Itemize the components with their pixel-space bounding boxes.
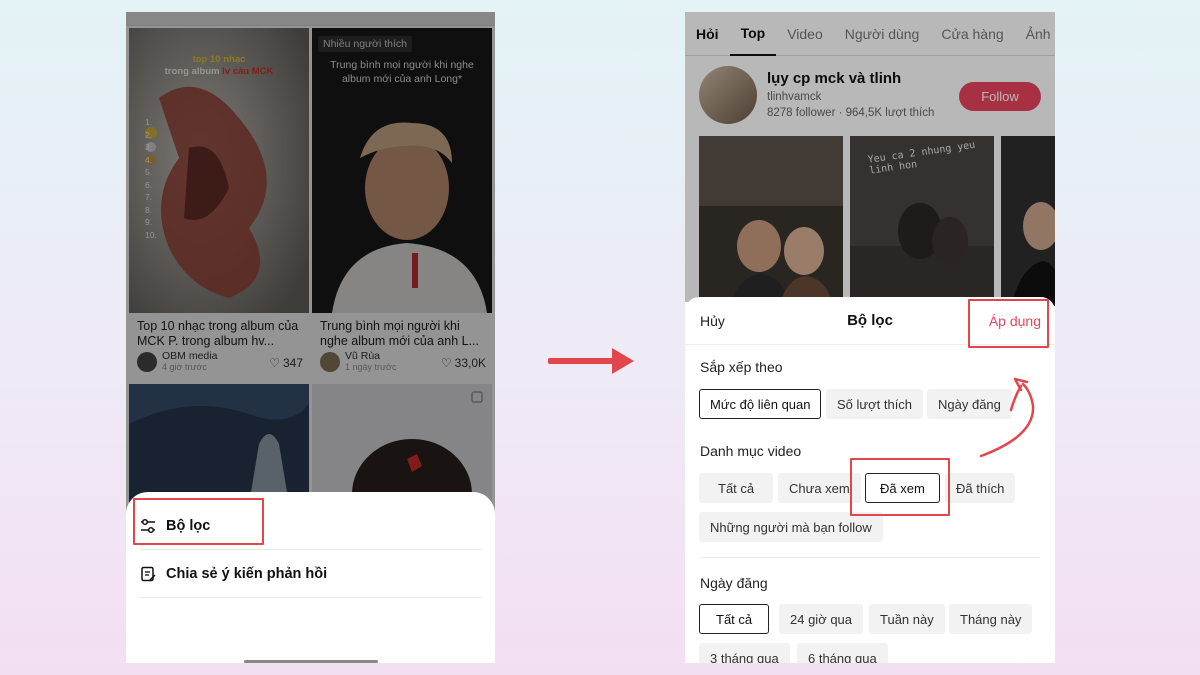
options-sheet: Bộ lọc Chia sẻ ý kiến phản hồi (126, 492, 495, 663)
date-option-week[interactable]: Tuần này (869, 604, 945, 634)
modal-backdrop[interactable] (685, 12, 1055, 302)
feedback-option-label: Chia sẻ ý kiến phản hồi (166, 565, 328, 582)
category-option-following[interactable]: Những người mà bạn follow (699, 512, 883, 542)
feedback-option[interactable]: Chia sẻ ý kiến phản hồi (140, 550, 481, 598)
date-option-6months[interactable]: 6 tháng qua (797, 643, 888, 663)
date-section-title: Ngày đăng (700, 575, 768, 591)
filter-sheet-header: Hủy Bộ lọc Áp dụng (685, 297, 1055, 345)
filter-sheet: Hủy Bộ lọc Áp dụng Sắp xếp theo Mức độ l… (685, 297, 1055, 663)
category-option-liked[interactable]: Đã thích (945, 473, 1016, 503)
filter-option-label: Bộ lọc (166, 517, 211, 534)
feedback-note-icon (141, 566, 156, 581)
category-section-title: Danh mục video (700, 443, 802, 459)
apply-button[interactable]: Áp dụng (989, 313, 1041, 329)
curved-arrow-icon (979, 377, 1035, 458)
category-option-watched[interactable]: Đã xem (865, 473, 940, 503)
sort-option-relevance[interactable]: Mức độ liên quan (699, 389, 822, 419)
sort-section-title: Sắp xếp theo (700, 359, 783, 375)
section-divider (700, 557, 1040, 558)
date-option-24h[interactable]: 24 giờ qua (779, 604, 864, 634)
category-option-unwatched[interactable]: Chưa xem (778, 473, 861, 503)
sort-option-likes[interactable]: Số lượt thích (826, 389, 924, 419)
filter-option[interactable]: Bộ lọc (140, 502, 481, 550)
right-phone-screen: Hỏi Top Video Người dùng Cửa hàng Ảnh lụ… (685, 12, 1055, 663)
sliders-icon (141, 518, 155, 533)
date-option-all[interactable]: Tất cả (699, 604, 770, 634)
home-indicator (244, 660, 378, 663)
left-phone-screen: top 10 nhạc trong album lv cảu MCK 1. 2.… (126, 12, 495, 663)
date-option-3months[interactable]: 3 tháng qua (699, 643, 790, 663)
category-option-all[interactable]: Tất cả (699, 473, 774, 503)
date-option-month[interactable]: Tháng này (949, 604, 1033, 634)
right-arrow-icon (548, 348, 634, 374)
